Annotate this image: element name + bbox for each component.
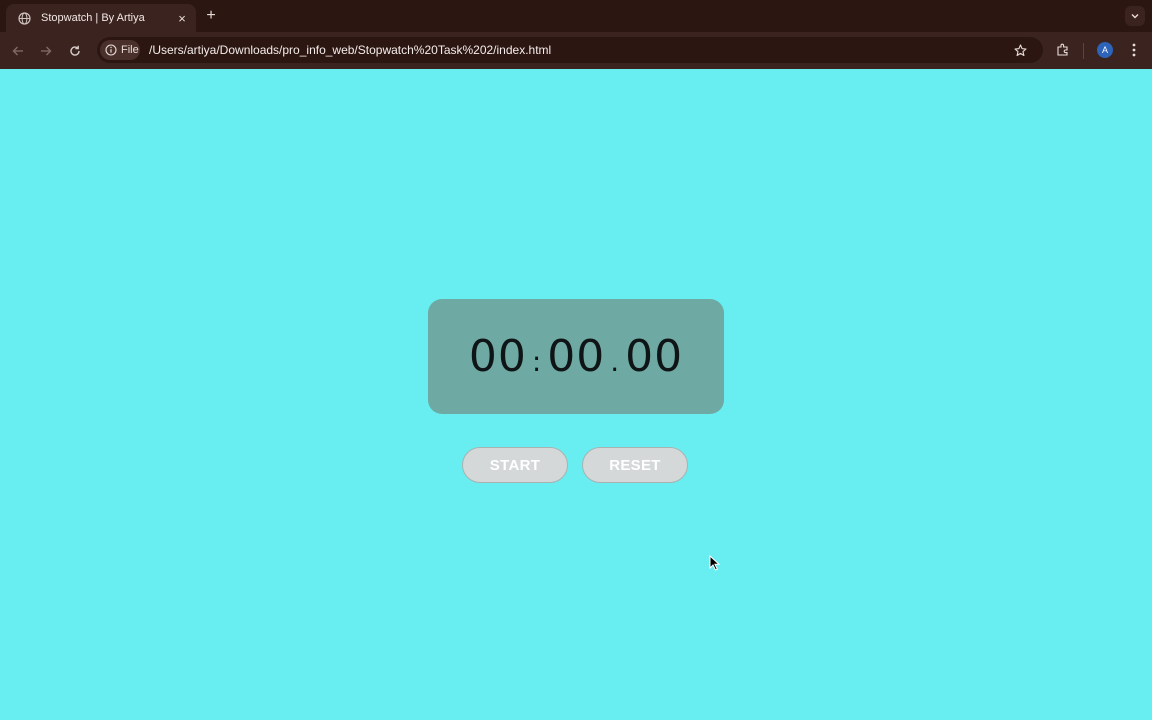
site-chip-label: File [121, 44, 139, 56]
forward-button[interactable] [36, 41, 56, 61]
close-icon[interactable]: × [174, 10, 190, 26]
minutes-value: 00 [468, 331, 527, 382]
time-readout: 00 : 00 . 00 [469, 331, 683, 382]
start-button[interactable]: START [462, 447, 568, 483]
arrow-left-icon [12, 46, 23, 56]
back-button[interactable] [8, 41, 28, 61]
site-info-chip[interactable]: File [100, 40, 140, 60]
puzzle-icon [1057, 43, 1068, 56]
extensions-button[interactable] [1053, 40, 1073, 60]
browser-tab[interactable]: Stopwatch | By Artiya × [6, 4, 196, 32]
bookmark-star-icon[interactable] [1011, 41, 1029, 59]
mouse-cursor-icon [709, 555, 721, 571]
reset-button[interactable]: RESET [582, 447, 688, 483]
chevron-down-icon [1131, 14, 1139, 19]
arrow-right-icon [41, 46, 52, 56]
minutes-separator: : [531, 345, 543, 378]
address-bar[interactable]: File /Users/artiya/Downloads/pro_info_we… [97, 37, 1043, 63]
globe-icon [16, 10, 32, 26]
tab-strip: Stopwatch | By Artiya × + [0, 0, 1152, 32]
url-text: /Users/artiya/Downloads/pro_info_web/Sto… [149, 43, 552, 57]
seconds-value: 00 [547, 331, 606, 382]
seconds-separator: . [610, 345, 621, 378]
menu-button[interactable] [1126, 40, 1142, 60]
tab-search-button[interactable] [1125, 6, 1145, 26]
browser-toolbar: File /Users/artiya/Downloads/pro_info_we… [0, 32, 1152, 69]
toolbar-divider [1083, 43, 1084, 59]
centiseconds-value: 00 [625, 331, 684, 382]
reload-icon [70, 45, 80, 56]
profile-avatar[interactable]: A [1097, 42, 1113, 58]
new-tab-button[interactable]: + [202, 7, 220, 25]
stopwatch-display: 00 : 00 . 00 [428, 299, 724, 414]
info-icon [105, 44, 117, 56]
tab-title: Stopwatch | By Artiya [41, 12, 145, 24]
more-vertical-icon [1132, 43, 1136, 57]
reload-button[interactable] [65, 41, 85, 61]
page-content: 00 : 00 . 00 START RESET [0, 69, 1152, 720]
